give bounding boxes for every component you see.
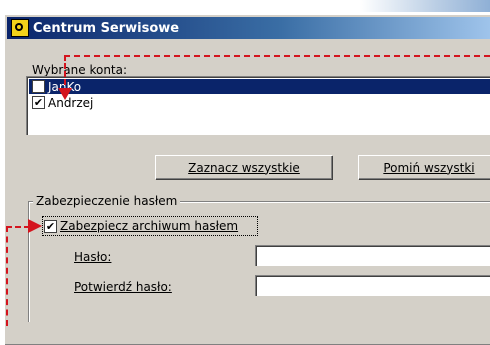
title-bar[interactable]: Centrum Serwisowe bbox=[7, 17, 490, 39]
confirm-password-field[interactable] bbox=[255, 275, 490, 296]
account-name: JanKo bbox=[48, 79, 82, 94]
confirm-password-label: Potwierdź hasło: bbox=[74, 280, 172, 294]
checkbox-janko[interactable] bbox=[32, 80, 45, 93]
password-field[interactable] bbox=[255, 245, 490, 266]
password-label: Hasło: bbox=[74, 250, 112, 264]
account-name: Andrzej bbox=[48, 95, 94, 110]
protect-checkbox-box[interactable]: ✔ bbox=[44, 219, 57, 233]
protect-archive-label: Zabezpiecz archiwum hasłem bbox=[60, 219, 239, 233]
group-title: Zabezpieczenie hasłem bbox=[33, 194, 181, 208]
app-icon bbox=[11, 19, 29, 37]
desktop-backdrop bbox=[360, 0, 490, 12]
checkbox-andrzej[interactable]: ✔ bbox=[32, 96, 45, 109]
skip-all-button[interactable]: Pomiń wszystki bbox=[358, 155, 490, 179]
checkmark-icon: ✔ bbox=[33, 96, 44, 109]
window-title: Centrum Serwisowe bbox=[33, 20, 180, 36]
list-item[interactable]: JanKo bbox=[29, 79, 490, 94]
checkmark-icon: ✔ bbox=[45, 219, 56, 233]
accounts-listbox[interactable]: JanKo ✔ Andrzej bbox=[26, 76, 490, 135]
list-item[interactable]: ✔ Andrzej bbox=[29, 95, 490, 110]
select-all-button[interactable]: Zaznacz wszystkie bbox=[155, 155, 332, 179]
protect-archive-checkbox[interactable]: ✔ Zabezpiecz archiwum hasłem bbox=[44, 219, 238, 233]
accounts-label: Wybrane konta: bbox=[32, 63, 128, 77]
